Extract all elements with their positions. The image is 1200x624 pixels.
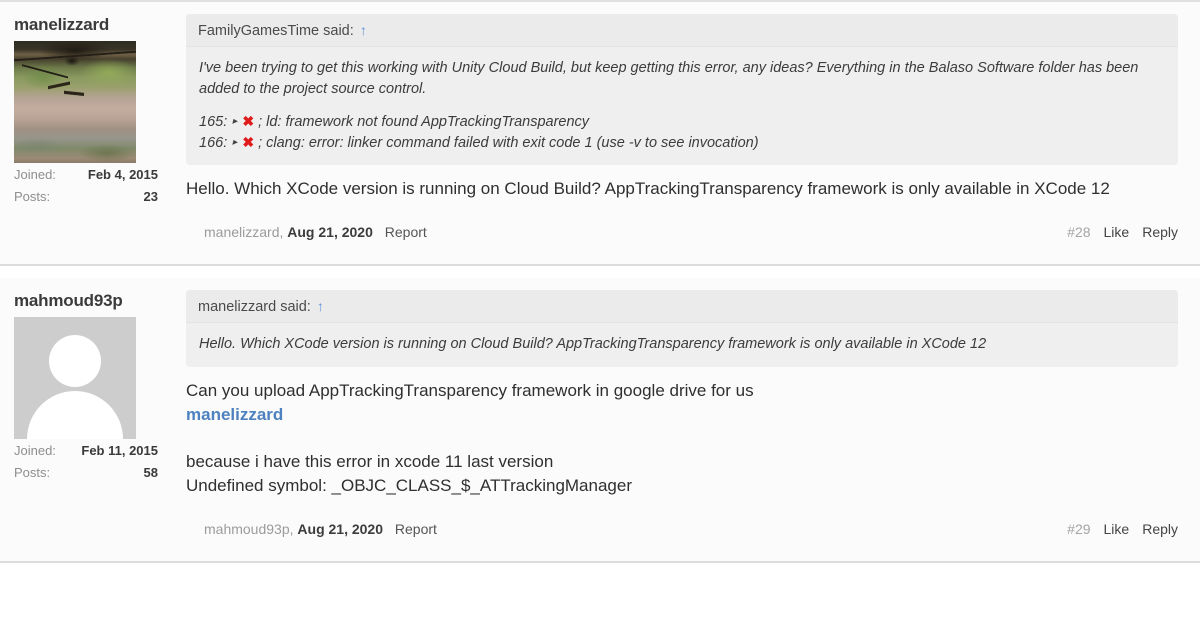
joined-label: Joined:	[14, 166, 56, 182]
reply-button[interactable]: Reply	[1142, 224, 1178, 240]
quote-jump-up-icon[interactable]: ↑	[317, 298, 324, 314]
avatar-photo-image	[14, 40, 136, 163]
quote-jump-up-icon[interactable]: ↑	[360, 22, 367, 38]
post-29-message-line-2: because i have this error in xcode 11 la…	[186, 451, 554, 471]
joined-value: Feb 11, 2015	[81, 442, 158, 458]
post-29: mahmoud93p Joined: Feb 11, 2015 Posts: 5…	[0, 277, 1200, 562]
post-28-posts-row: Posts: 23	[14, 187, 158, 207]
post-29-footer-right: #29 Like Reply	[1067, 521, 1178, 537]
quote-header-author[interactable]: manelizzard said:	[198, 299, 311, 315]
report-button[interactable]: Report	[385, 224, 427, 240]
post-29-user-column: mahmoud93p Joined: Feb 11, 2015 Posts: 5…	[0, 277, 170, 562]
post-29-message-line-1: Can you upload AppTrackingTransparency f…	[186, 380, 754, 400]
footer-author-link[interactable]: mahmoud93p,	[204, 521, 294, 537]
posts-label: Posts:	[14, 464, 51, 480]
post-28-username[interactable]: manelizzard	[14, 15, 158, 35]
post-28-user-column: manelizzard Joined: Feb 4, 2015 Posts: 2…	[0, 2, 170, 264]
post-28-joined-row: Joined: Feb 4, 2015	[14, 165, 158, 185]
post-29-quote-body: Hello. Which XCode version is running on…	[186, 323, 1178, 367]
error-line-text: ; ld: framework not found AppTrackingTra…	[258, 114, 590, 131]
quote-error-line-166: 166: ▸ ✖ ; clang: error: linker command …	[199, 133, 1165, 154]
user-mention-link[interactable]: manelizzard	[186, 403, 1178, 428]
post-29-avatar[interactable]	[14, 316, 136, 439]
post-number-link[interactable]: #29	[1067, 521, 1090, 537]
quote-paragraph: I've been trying to get this working wit…	[199, 60, 1139, 97]
post-29-message-line-3: Undefined symbol: _OBJC_CLASS_$_ATTracki…	[186, 476, 632, 496]
post-28-footer-left: manelizzard, Aug 21, 2020 Report	[204, 224, 427, 240]
post-29-posts-row: Posts: 58	[14, 463, 158, 483]
post-29-quote-block: manelizzard said: ↑ Hello. Which XCode v…	[186, 289, 1178, 367]
posts-value: 58	[143, 464, 158, 480]
posts-label: Posts:	[14, 188, 51, 204]
error-cross-icon: ✖	[242, 113, 255, 130]
report-button[interactable]: Report	[395, 521, 437, 537]
post-29-message: Can you upload AppTrackingTransparency f…	[186, 371, 1178, 500]
posts-value: 23	[143, 188, 158, 204]
post-gap-1	[0, 265, 1200, 278]
forum-thread: manelizzard Joined: Feb 4, 2015 Posts: 2…	[0, 0, 1200, 564]
quote-spacer	[199, 99, 1165, 112]
disclosure-triangle-icon: ▸	[232, 136, 238, 148]
quote-header-author[interactable]: FamilyGamesTime said:	[198, 23, 354, 39]
post-28-quote-header: FamilyGamesTime said: ↑	[186, 14, 1178, 47]
post-29-footer-left: mahmoud93p, Aug 21, 2020 Report	[204, 521, 437, 537]
like-button[interactable]: Like	[1104, 224, 1130, 240]
post-29-footer: mahmoud93p, Aug 21, 2020 Report #29 Like…	[186, 499, 1178, 551]
error-line-number: 166:	[199, 134, 228, 151]
post-28-content: FamilyGamesTime said: ↑ I've been trying…	[170, 2, 1200, 264]
post-28-quote-body: I've been trying to get this working wit…	[186, 47, 1178, 165]
post-29-username[interactable]: mahmoud93p	[14, 291, 158, 311]
footer-author-link[interactable]: manelizzard,	[204, 224, 283, 240]
default-user-avatar-icon	[14, 316, 136, 439]
error-line-number: 165:	[199, 114, 228, 131]
post-divider-2	[0, 561, 1200, 564]
joined-value: Feb 4, 2015	[87, 166, 158, 182]
post-28-footer: manelizzard, Aug 21, 2020 Report #28 Lik…	[186, 202, 1178, 254]
post-29-content: manelizzard said: ↑ Hello. Which XCode v…	[170, 278, 1200, 561]
error-cross-icon: ✖	[242, 133, 255, 150]
quote-paragraph: Hello. Which XCode version is running on…	[199, 335, 987, 352]
joined-label: Joined:	[14, 442, 56, 458]
post-28-footer-right: #28 Like Reply	[1067, 224, 1178, 240]
disclosure-triangle-icon: ▸	[232, 116, 238, 128]
avatar-head-shape	[49, 334, 101, 387]
footer-timestamp[interactable]: Aug 21, 2020	[297, 521, 383, 537]
post-29-joined-row: Joined: Feb 11, 2015	[14, 441, 158, 461]
post-29-quote-header: manelizzard said: ↑	[186, 289, 1178, 323]
post-28-message-line-1: Hello. Which XCode version is running on…	[186, 179, 1110, 199]
avatar-body-shape	[27, 390, 123, 439]
post-28-message: Hello. Which XCode version is running on…	[186, 169, 1178, 202]
reply-button[interactable]: Reply	[1142, 521, 1178, 537]
quote-error-line-165: 165: ▸ ✖ ; ld: framework not found AppTr…	[199, 112, 1165, 133]
footer-timestamp[interactable]: Aug 21, 2020	[287, 224, 373, 240]
post-28-quote-block: FamilyGamesTime said: ↑ I've been trying…	[186, 14, 1178, 166]
like-button[interactable]: Like	[1104, 521, 1130, 537]
post-number-link[interactable]: #28	[1067, 224, 1090, 240]
post-28: manelizzard Joined: Feb 4, 2015 Posts: 2…	[0, 2, 1200, 264]
error-line-text: ; clang: error: linker command failed wi…	[258, 134, 759, 151]
post-28-avatar[interactable]	[14, 40, 136, 163]
